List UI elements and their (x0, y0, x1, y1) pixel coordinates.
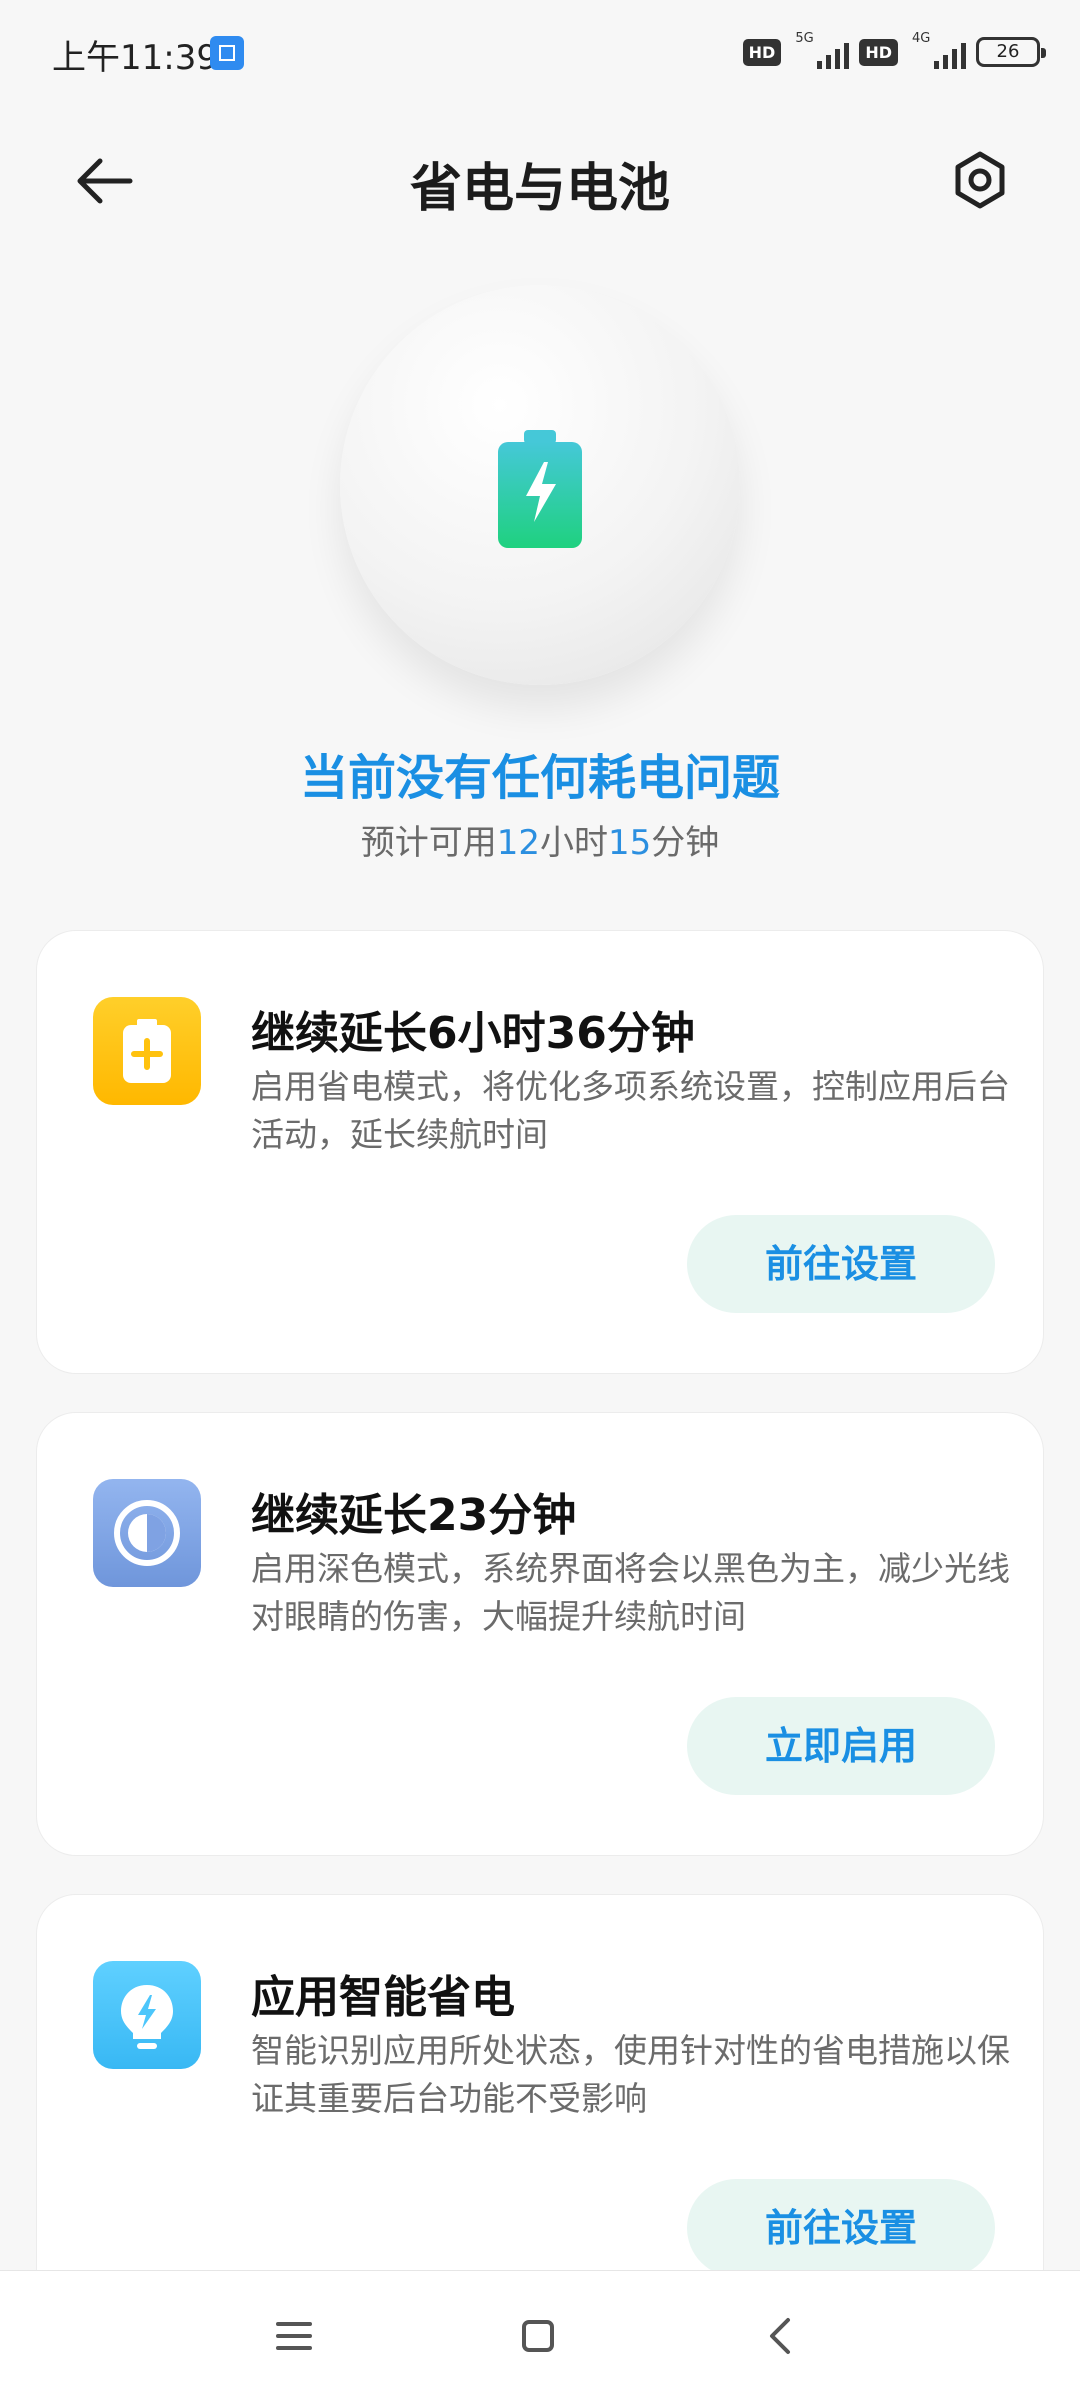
status-icons: HD 5G HD 4G 26 (742, 30, 1046, 74)
battery-status-icon: 26 (976, 37, 1046, 67)
signal-4g-icon: 4G (908, 31, 966, 71)
battery-status-title: 当前没有任何耗电问题 (299, 750, 780, 806)
enable-now-button[interactable]: 立即启用 (687, 1697, 995, 1795)
hd-icon: HD (742, 38, 782, 66)
navigation-bar (0, 2270, 1080, 2401)
card-description: 启用省电模式，将优化多项系统设置，控制应用后台活动，延长续航时间 (251, 1067, 1010, 1154)
back-nav-button[interactable] (752, 2306, 812, 2366)
estimate-minutes: 15 (608, 823, 652, 863)
card-title: 继续延长6小时36分钟 (251, 1008, 695, 1059)
card-title: 继续延长23分钟 (251, 1490, 577, 1541)
menu-icon (276, 2322, 312, 2350)
dark-mode-icon (93, 1479, 201, 1587)
go-to-settings-button[interactable]: 前往设置 (687, 2179, 995, 2277)
dark-mode-card: 继续延长23分钟 启用深色模式，系统界面将会以黑色为主，减少光线对眼睛的伤害，大… (36, 1412, 1044, 1856)
hd-icon-2: HD (859, 38, 898, 66)
battery-estimate: 预计可用12小时15分钟 (360, 823, 720, 863)
power-saving-card: 继续延长6小时36分钟 启用省电模式，将优化多项系统设置，控制应用后台活动，延长… (36, 930, 1044, 1374)
settings-button[interactable] (940, 140, 1020, 220)
status-time: 上午11:39 (52, 38, 218, 78)
home-square-icon (522, 2320, 554, 2352)
page-title: 省电与电池 (409, 159, 670, 219)
bulb-bolt-icon (93, 1961, 201, 2069)
home-button[interactable] (508, 2306, 568, 2366)
estimate-hours: 12 (496, 823, 540, 863)
gear-icon (955, 151, 1005, 209)
battery-charging-icon (498, 430, 582, 548)
app-header: 省电与电池 (0, 120, 1080, 240)
menu-button[interactable] (264, 2306, 324, 2366)
notification-app-icon (210, 36, 244, 70)
battery-plus-icon (93, 997, 201, 1105)
card-title: 应用智能省电 (251, 1972, 515, 2023)
card-description: 智能识别应用所处状态，使用针对性的省电措施以保证其重要后台功能不受影响 (251, 2031, 1010, 2118)
signal-5g-icon: 5G (791, 31, 850, 71)
status-bar: 上午11:39 HD 5G HD 4G 26 (0, 0, 1080, 100)
chevron-left-icon (770, 2318, 790, 2354)
card-description: 启用深色模式，系统界面将会以黑色为主，减少光线对眼睛的伤害，大幅提升续航时间 (251, 1549, 1010, 1636)
go-to-settings-button[interactable]: 前往设置 (687, 1215, 995, 1313)
